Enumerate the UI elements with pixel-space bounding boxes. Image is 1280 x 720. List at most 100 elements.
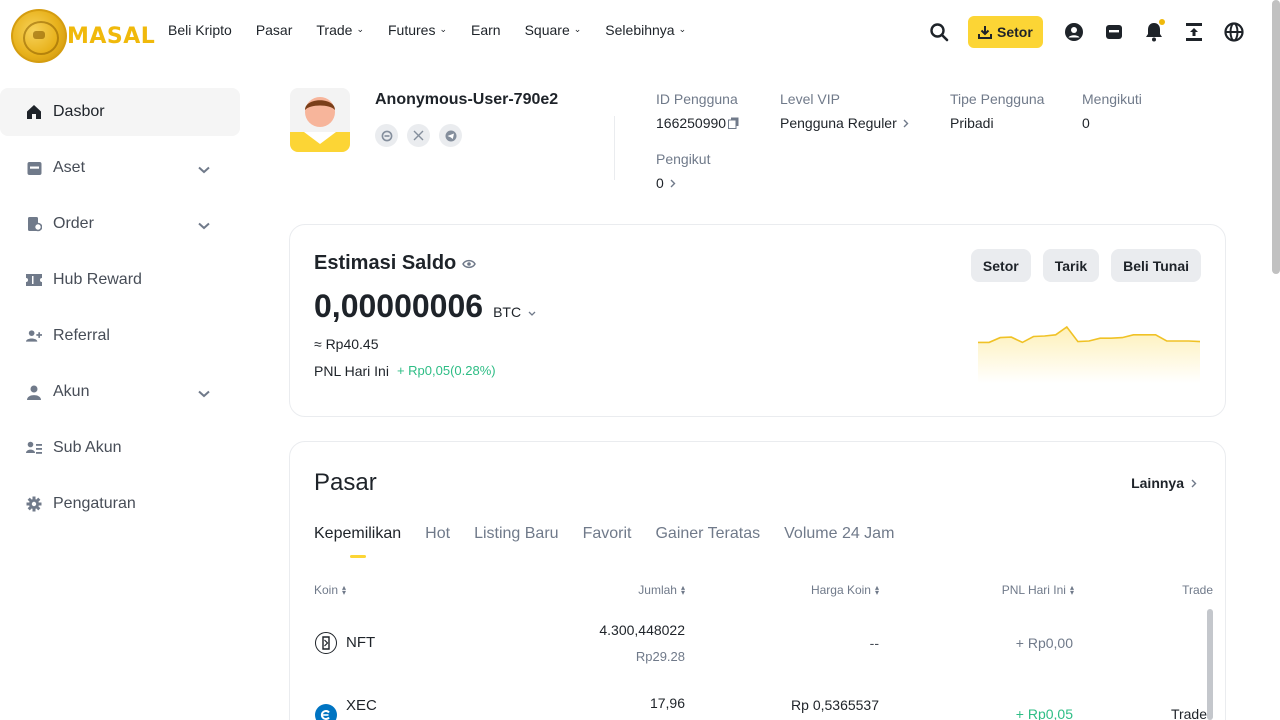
sidebar: Dasbor Aset Order Hub Reward Referral Ak… — [0, 88, 240, 536]
bell-icon[interactable] — [1143, 19, 1165, 43]
sort-icon: ▴ ▾ — [680, 583, 685, 597]
nav-label: Pasar — [255, 22, 293, 38]
coin-logo-icon — [11, 9, 67, 63]
sidebar-item-akun[interactable]: Akun — [0, 368, 240, 416]
ticket-icon — [26, 272, 42, 288]
nav-item-trade[interactable]: Trade ⌄ — [316, 22, 364, 38]
more-label: Lainnya — [1131, 475, 1184, 491]
profile-icon[interactable] — [1063, 21, 1085, 43]
tab-gainer-teratas[interactable]: Gainer Teratas — [655, 525, 760, 543]
xec-coin-icon — [315, 704, 337, 720]
sidebar-item-label: Sub Akun — [53, 439, 122, 456]
column-label: Harga Koin — [810, 583, 871, 597]
sort-icon: ▴ ▾ — [874, 583, 879, 597]
buy-cash-button[interactable]: Beli Tunai — [1111, 249, 1201, 282]
chevron-down-icon — [528, 311, 536, 317]
sidebar-item-referral[interactable]: Referral — [0, 312, 240, 360]
chevron-down-icon — [198, 217, 210, 235]
home-icon — [26, 104, 42, 120]
nav-item-pasar[interactable]: Pasar — [256, 22, 293, 38]
balance-unit-select[interactable]: BTC — [493, 304, 536, 320]
tab-volume-24-jam[interactable]: Volume 24 Jam — [784, 525, 894, 543]
tab-hot[interactable]: Hot — [425, 525, 450, 543]
nav-label: Square — [524, 22, 570, 38]
balance-unit: BTC — [493, 304, 522, 320]
header-actions: Setor — [928, 16, 1245, 48]
sidebar-item-label: Hub Reward — [53, 271, 142, 288]
sidebar-item-hub-reward[interactable]: Hub Reward — [0, 256, 240, 304]
table-row-pnl: + Rp0,05 — [1015, 706, 1073, 720]
sub-account-icon — [26, 440, 42, 456]
nav-item-square[interactable]: Square ⌄ — [525, 22, 582, 38]
column-amount[interactable]: Jumlah ▴ ▾ — [638, 583, 685, 597]
balance-title-row: Estimasi Saldo — [314, 252, 477, 275]
market-tabs: Kepemilikan Hot Listing Baru Favorit Gai… — [314, 525, 894, 558]
wallet-icon[interactable] — [1103, 21, 1125, 43]
link-icon[interactable] — [375, 124, 398, 147]
followers-link[interactable]: 0 — [656, 175, 710, 191]
main-nav: Beli Kripto Pasar Trade ⌄ Futures ⌄ Earn S… — [168, 22, 686, 38]
sidebar-item-pengaturan[interactable]: Pengaturan — [0, 480, 240, 528]
chevron-down-icon: ⌄ — [678, 23, 687, 34]
withdraw-button[interactable]: Tarik — [1042, 249, 1100, 282]
search-icon[interactable] — [928, 21, 950, 43]
eye-icon[interactable] — [462, 259, 477, 269]
column-label: Jumlah — [638, 583, 677, 597]
telegram-icon[interactable] — [439, 124, 462, 147]
deposit-action-button[interactable]: Setor — [970, 249, 1031, 282]
nav-item-futures[interactable]: Futures ⌄ — [388, 22, 447, 38]
following-block: Mengikuti 0 — [1082, 91, 1142, 131]
user-icon — [26, 384, 42, 400]
chevron-down-icon: ⌄ — [439, 23, 448, 34]
chevron-down-icon — [198, 161, 210, 179]
nft-coin-icon — [315, 632, 337, 654]
globe-icon[interactable] — [1223, 21, 1245, 43]
nav-label: Earn — [471, 22, 501, 38]
column-coin[interactable]: Koin ▴ ▾ — [314, 583, 346, 597]
column-price[interactable]: Harga Koin ▴ ▾ — [811, 583, 879, 597]
user-id-block: ID Pengguna 166250990 — [656, 91, 739, 131]
transfer-icon[interactable] — [1183, 21, 1205, 43]
sidebar-item-dasbor[interactable]: Dasbor — [0, 88, 240, 136]
avatar[interactable] — [290, 88, 350, 152]
following-value: 0 — [1082, 115, 1090, 131]
chevron-right-icon — [1191, 479, 1197, 488]
followers-value: 0 — [656, 175, 664, 191]
more-link[interactable]: Lainnya — [1131, 475, 1197, 491]
notification-dot — [1158, 19, 1165, 25]
column-pnl[interactable]: PNL Hari Ini ▴ ▾ — [1002, 583, 1074, 597]
brand-name: MASAL — [67, 23, 156, 49]
username: Anonymous-User-790e2 — [375, 91, 559, 108]
table-scrollbar[interactable] — [1207, 609, 1213, 720]
table-row-coin-name[interactable]: XEC — [346, 697, 377, 714]
table-row-amount: 17,96 — [649, 695, 685, 711]
order-icon — [26, 216, 42, 232]
tab-kepemilikan[interactable]: Kepemilikan — [314, 525, 401, 558]
user-type-block: Tipe Pengguna Pribadi — [950, 91, 1044, 131]
sort-icon: ▴ ▾ — [342, 583, 347, 597]
sidebar-item-aset[interactable]: Aset — [0, 144, 240, 192]
sidebar-item-label: Dasbor — [53, 103, 105, 120]
vip-level-block: Level VIP Pengguna Reguler — [780, 91, 909, 131]
wallet-icon — [26, 160, 42, 176]
balance-sparkline — [978, 325, 1200, 383]
deposit-button[interactable]: Setor — [968, 16, 1043, 48]
copy-icon[interactable] — [728, 117, 739, 129]
nav-label: Futures — [388, 22, 436, 38]
nav-item-earn[interactable]: Earn — [471, 22, 501, 38]
trade-link[interactable]: Trade — [1171, 706, 1207, 720]
nav-item-beli-kripto[interactable]: Beli Kripto — [168, 22, 232, 38]
x-icon[interactable] — [407, 124, 430, 147]
profile-divider — [614, 116, 615, 180]
column-trade: Trade — [1182, 583, 1213, 597]
chevron-right-icon — [670, 179, 676, 188]
tab-listing-baru[interactable]: Listing Baru — [474, 525, 559, 543]
tab-favorit[interactable]: Favorit — [583, 525, 632, 543]
vip-level-link[interactable]: Pengguna Reguler — [780, 115, 909, 131]
page-scrollbar[interactable] — [1272, 0, 1280, 274]
nav-item-selebihnya[interactable]: Selebihnya ⌄ — [605, 22, 686, 38]
sidebar-item-order[interactable]: Order — [0, 200, 240, 248]
sidebar-item-sub-akun[interactable]: Sub Akun — [0, 424, 240, 472]
brand-logo[interactable]: MASAL — [11, 9, 155, 63]
table-row-coin-name[interactable]: NFT — [346, 634, 375, 651]
